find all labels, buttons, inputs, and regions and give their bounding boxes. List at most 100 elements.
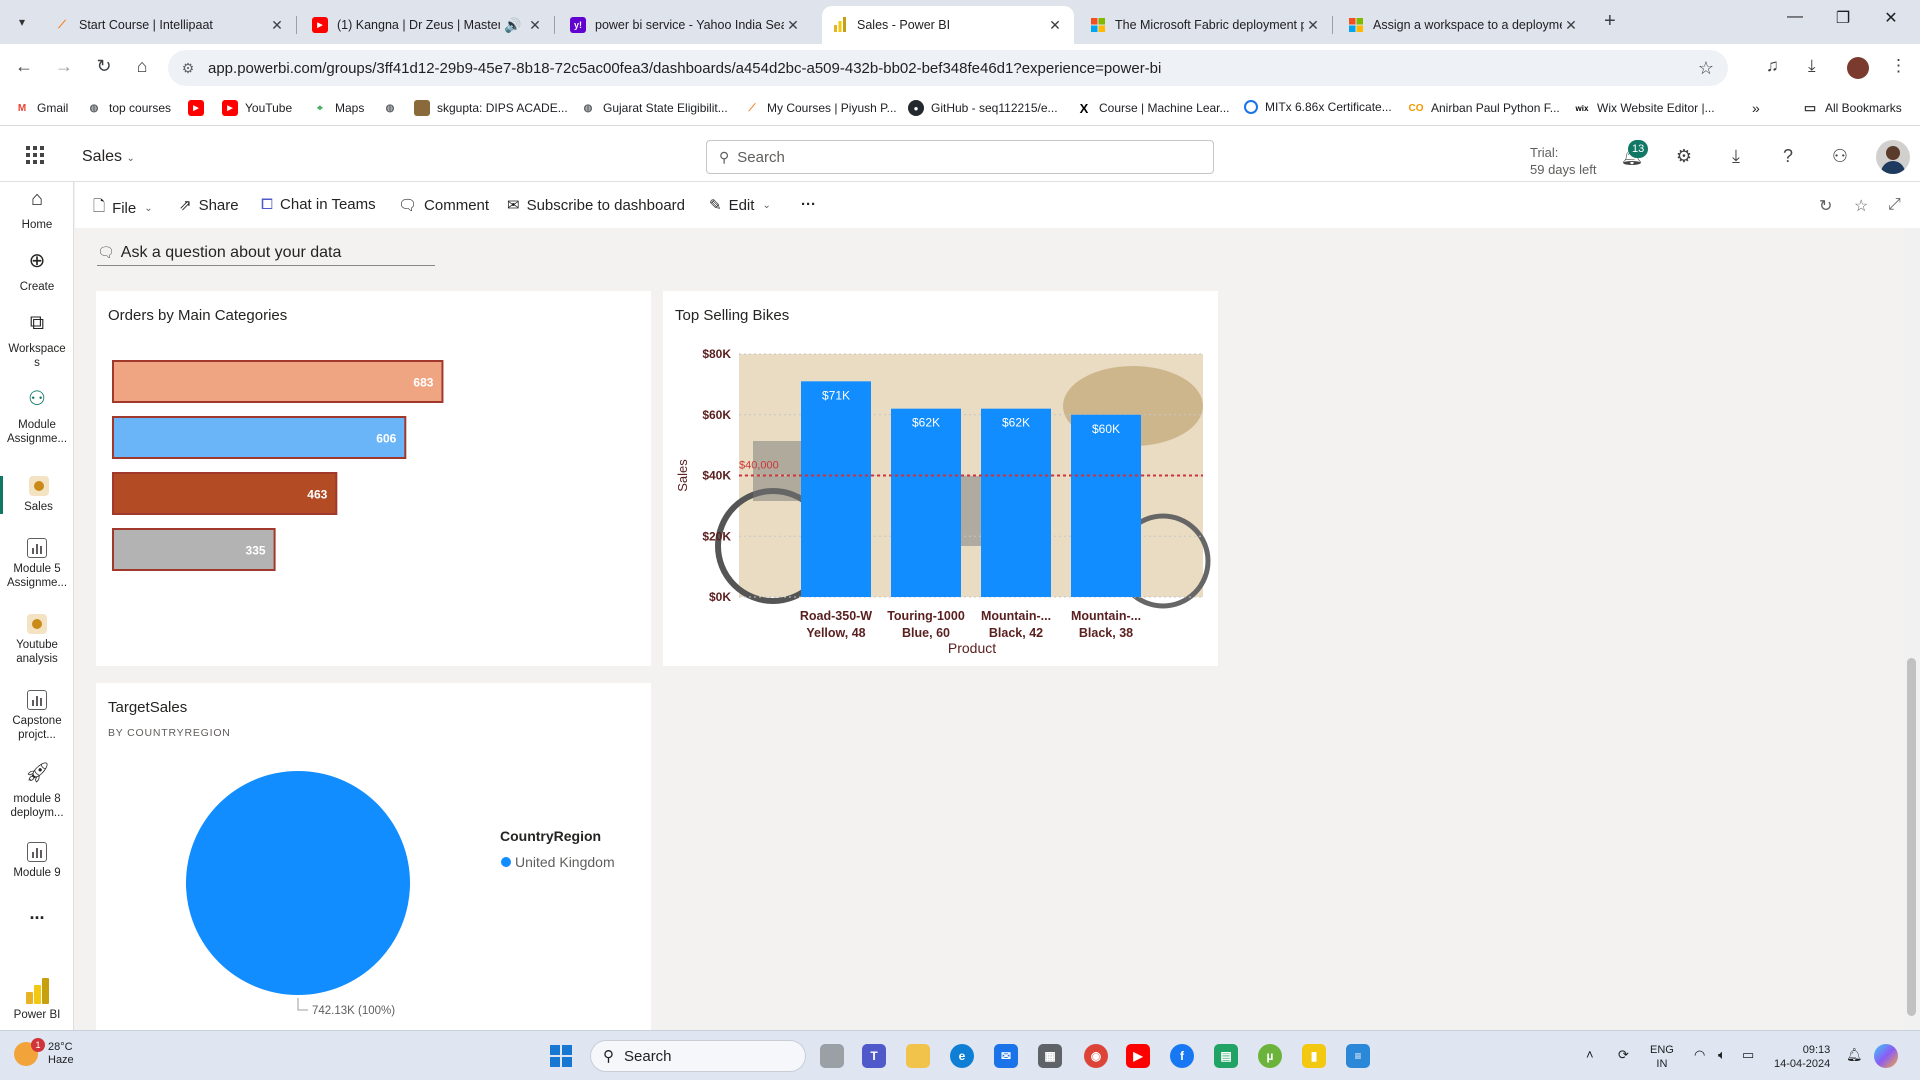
nav-module-assignment[interactable]: ⚇ Module Assignme... (0, 389, 74, 446)
gear-icon[interactable]: ⚙ (1672, 146, 1696, 167)
battery-icon[interactable]: ▭ (1742, 1047, 1754, 1063)
close-icon[interactable]: ✕ (1046, 17, 1064, 34)
close-icon[interactable]: ✕ (526, 17, 544, 34)
excel-icon[interactable]: ▤ (1214, 1044, 1238, 1068)
bookmark-maps[interactable]: ⌖ Maps (312, 100, 364, 116)
browser-tab[interactable]: The Microsoft Fabric deployment p ✕ (1080, 6, 1333, 44)
refresh-icon[interactable]: ↻ (1819, 196, 1832, 216)
mail-icon[interactable]: ✉ (994, 1044, 1018, 1068)
wifi-icon[interactable]: ◠ (1694, 1047, 1705, 1063)
powerbi-icon[interactable]: ▮ (1302, 1044, 1326, 1068)
new-tab-button[interactable]: + (1604, 10, 1616, 33)
more-options-button[interactable]: ··· (801, 196, 816, 213)
nav-youtube-analysis[interactable]: Youtube analysis (0, 614, 74, 666)
trial-status[interactable]: Trial: 59 days left (1530, 144, 1597, 178)
chat-in-teams-button[interactable]: ⧠ Chat in Teams (261, 196, 376, 213)
notepad-icon[interactable]: ≡ (1346, 1044, 1370, 1068)
bookmark-wix[interactable]: wix Wix Website Editor |... (1574, 100, 1715, 116)
nav-workspaces[interactable]: ⧉ Workspace s (0, 313, 74, 370)
back-icon[interactable]: ← (12, 56, 36, 77)
tab-search-button[interactable]: ▾ (8, 10, 36, 34)
teams-icon[interactable]: T (862, 1044, 886, 1068)
product-bar[interactable] (1071, 414, 1141, 597)
browser-tab[interactable]: ⟋ Start Course | Intellipaat ✕ (44, 6, 297, 44)
bookmark-my-courses[interactable]: ⟋ My Courses | Piyush P... (744, 100, 897, 116)
facebook-icon[interactable]: f (1170, 1044, 1194, 1068)
edit-menu[interactable]: ✎ Edit ⌄ (709, 196, 771, 215)
weather-widget[interactable]: 1 28°C Haze (14, 1038, 74, 1067)
home-icon[interactable]: ⌂ (130, 56, 154, 77)
bookmark-top-courses[interactable]: ◍ top courses (86, 100, 171, 116)
nav-module-8[interactable]: 🚀︎ module 8 deploym... (0, 763, 74, 820)
nav-module-5[interactable]: Module 5 Assignme... (0, 538, 74, 590)
subscribe-button[interactable]: ✉ Subscribe to dashboard (507, 196, 685, 215)
scrollbar-thumb[interactable] (1907, 658, 1916, 1016)
bookmark-youtube[interactable]: ▶ YouTube (222, 100, 292, 116)
notification-bell-icon[interactable]: 🔔︎ (1846, 1047, 1863, 1063)
site-info-icon[interactable]: ⚙ (168, 60, 208, 77)
reload-icon[interactable]: ↻ (92, 56, 116, 77)
file-explorer-icon[interactable] (906, 1044, 930, 1068)
feedback-icon[interactable]: ⚇ (1828, 146, 1852, 167)
search-input[interactable]: ⚲ Search (706, 140, 1214, 174)
chrome-icon[interactable]: ◉ (1084, 1044, 1108, 1068)
bookmark-dips[interactable]: skgupta: DIPS ACADE... (414, 100, 568, 116)
all-bookmarks[interactable]: ▭ All Bookmarks (1802, 100, 1902, 116)
browser-tab[interactable]: Assign a workspace to a deployme ✕ (1338, 6, 1590, 44)
task-view-icon[interactable] (820, 1044, 844, 1068)
menu-icon[interactable]: ⋮ (1890, 56, 1907, 76)
tile-target-sales[interactable]: TargetSales BY COUNTRYREGION 742.13K (10… (96, 683, 651, 1030)
qna-input[interactable]: 🗨︎ Ask a question about your data (97, 240, 435, 266)
download-icon[interactable]: ⤓ (1808, 56, 1816, 76)
tile-orders-by-category[interactable]: Orders by Main Categories 683 606 463 335 (96, 291, 651, 666)
nav-create[interactable]: ⊕ Create (0, 251, 74, 294)
dashboard-name[interactable]: Sales ⌄ (82, 148, 135, 166)
close-window-icon[interactable]: ✕ (1868, 8, 1914, 28)
comment-button[interactable]: 🗨︎ Comment (398, 196, 489, 215)
nav-module-9[interactable]: Module 9 (0, 842, 74, 880)
speaker-icon[interactable]: 🔊 (500, 17, 526, 34)
media-control-icon[interactable]: ♫ (1766, 56, 1779, 76)
product-bar[interactable] (801, 381, 871, 597)
youtube-icon[interactable]: ▶ (1126, 1044, 1150, 1068)
bookmark-anirban[interactable]: CO Anirban Paul Python F... (1408, 100, 1560, 116)
category-bar[interactable] (112, 360, 444, 403)
language-indicator[interactable]: ENG IN (1650, 1043, 1674, 1071)
category-bar[interactable] (112, 416, 407, 459)
nav-home[interactable]: ⌂ Home (0, 189, 74, 232)
windows-start-icon[interactable] (550, 1045, 572, 1067)
store-icon[interactable]: ▦ (1038, 1044, 1062, 1068)
bookmark-star-icon[interactable]: ☆ (1698, 58, 1714, 79)
favorite-star-icon[interactable]: ☆ (1854, 196, 1868, 216)
close-icon[interactable]: ✕ (1304, 17, 1322, 34)
url-text[interactable]: app.powerbi.com/groups/3ff41d12-29b9-45e… (208, 60, 1161, 77)
utorrent-icon[interactable]: µ (1258, 1044, 1282, 1068)
share-button[interactable]: ⇗ Share (179, 196, 239, 215)
edge-icon[interactable]: e (950, 1044, 974, 1068)
file-menu[interactable]: 🗋︎ File ⌄ (93, 196, 153, 221)
bookmark-globe[interactable]: ◍ (382, 100, 405, 116)
nav-more[interactable]: ... (0, 904, 74, 922)
bookmark-machine-learning[interactable]: X Course | Machine Lear... (1076, 100, 1230, 116)
restore-icon[interactable]: ❐ (1820, 8, 1866, 28)
app-launcher-icon[interactable] (26, 146, 44, 164)
browser-tab[interactable]: ▶ (1) Kangna | Dr Zeus | Master 🔊 ✕ (302, 6, 555, 44)
bookmark-gujarat[interactable]: ◍ Gujarat State Eligibilit... (580, 100, 728, 116)
nav-powerbi-home[interactable]: Power BI (0, 978, 74, 1022)
close-icon[interactable]: ✕ (268, 17, 286, 34)
bookmark-github[interactable]: ● GitHub - seq112215/e... (908, 100, 1058, 116)
pie-slice[interactable] (186, 771, 410, 995)
tile-top-selling-bikes[interactable]: Top Selling Bikes $0K $20K $40K $60K $80K Sal… (663, 291, 1218, 666)
user-avatar[interactable] (1876, 140, 1910, 174)
category-bar[interactable] (112, 472, 338, 515)
nav-sales[interactable]: Sales (0, 476, 74, 514)
volume-icon[interactable]: 🔈︎ (1718, 1047, 1726, 1063)
more-bookmarks-icon[interactable]: » (1752, 100, 1760, 116)
bookmark-mitx[interactable]: MITx 6.86x Certificate... (1244, 100, 1392, 114)
minimize-icon[interactable]: — (1772, 8, 1818, 26)
bookmark-gmail[interactable]: M Gmail (14, 100, 69, 116)
help-icon[interactable]: ? (1776, 146, 1800, 167)
sync-icon[interactable]: ⟳ (1618, 1047, 1629, 1063)
tray-chevron-icon[interactable]: ˄ (1586, 1047, 1594, 1062)
product-bar[interactable] (981, 408, 1051, 597)
